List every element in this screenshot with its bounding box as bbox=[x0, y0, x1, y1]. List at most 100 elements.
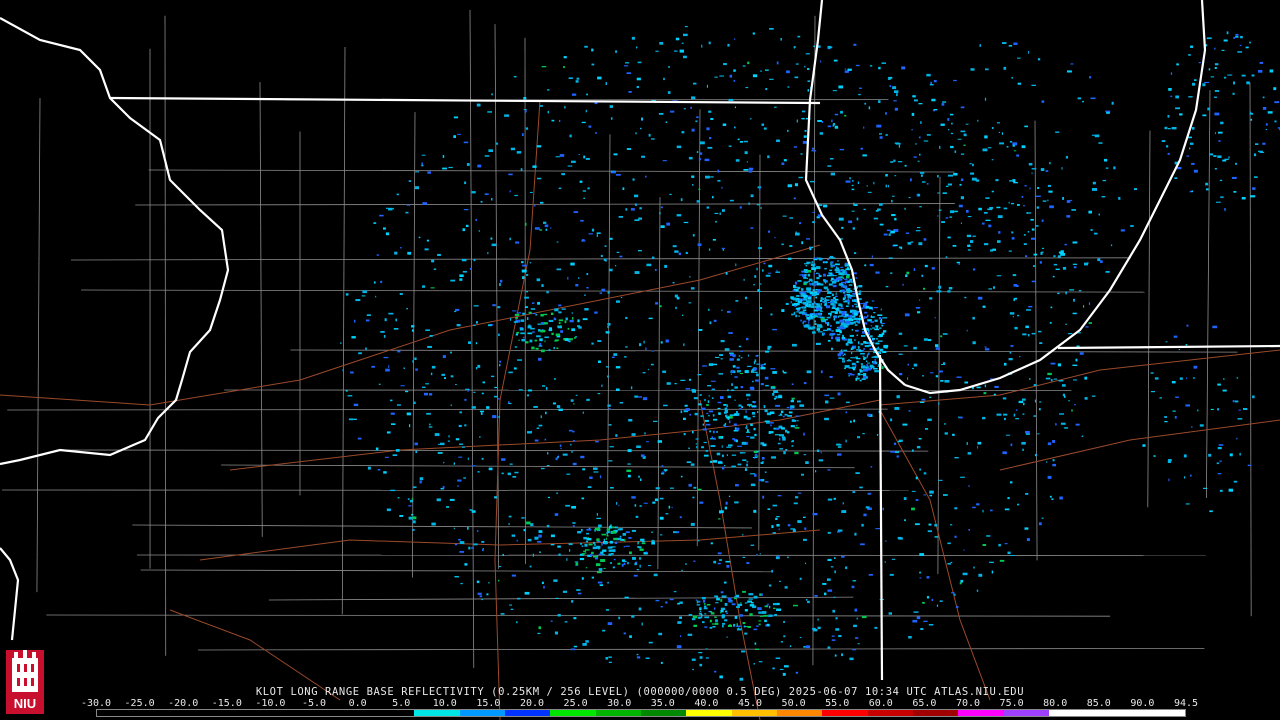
radar-echo bbox=[876, 124, 882, 128]
radar-echo bbox=[1031, 280, 1036, 283]
radar-echo bbox=[1208, 68, 1211, 71]
radar-echo bbox=[765, 69, 769, 71]
radar-echo bbox=[405, 211, 409, 214]
radar-echo bbox=[813, 257, 818, 259]
radar-echo bbox=[774, 434, 780, 436]
scale-label: 94.5 bbox=[1173, 698, 1199, 709]
radar-echo bbox=[412, 520, 416, 524]
radar-echo bbox=[1246, 81, 1250, 85]
radar-echo bbox=[789, 407, 793, 410]
radar-echo bbox=[725, 272, 728, 275]
radar-echo bbox=[1219, 179, 1223, 182]
radar-echo bbox=[920, 121, 922, 124]
radar-echo bbox=[922, 375, 924, 377]
radar-echo bbox=[845, 313, 849, 316]
radar-echo bbox=[437, 253, 441, 256]
radar-echo bbox=[926, 576, 930, 579]
radar-echo bbox=[963, 144, 966, 146]
radar-echo bbox=[446, 506, 449, 508]
county-line bbox=[71, 257, 1131, 261]
radar-echo bbox=[707, 400, 710, 403]
radar-echo bbox=[752, 380, 754, 383]
radar-echo bbox=[859, 486, 863, 489]
radar-echo bbox=[1168, 459, 1172, 462]
radar-echo bbox=[891, 199, 893, 203]
radar-echo bbox=[429, 393, 433, 396]
radar-echo bbox=[904, 313, 910, 317]
radar-echo bbox=[906, 271, 910, 275]
radar-echo bbox=[1081, 435, 1084, 437]
radar-echo bbox=[803, 538, 807, 541]
radar-echo bbox=[847, 68, 852, 71]
radar-echo bbox=[1040, 252, 1043, 255]
radar-echo bbox=[895, 142, 901, 145]
scale-label: -25.0 bbox=[124, 698, 155, 709]
radar-echo bbox=[660, 341, 663, 344]
radar-echo bbox=[1073, 266, 1077, 269]
radar-echo bbox=[838, 635, 842, 638]
radar-echo bbox=[1047, 199, 1049, 202]
radar-echo bbox=[630, 208, 635, 211]
radar-echo bbox=[740, 350, 743, 352]
radar-echo bbox=[917, 227, 921, 229]
radar-echo bbox=[858, 93, 861, 96]
radar-echo bbox=[618, 216, 623, 218]
scale-label: 40.0 bbox=[694, 698, 719, 709]
radar-echo bbox=[835, 292, 837, 296]
radar-echo bbox=[810, 318, 814, 320]
radar-echo bbox=[659, 305, 662, 308]
radar-echo bbox=[836, 531, 841, 533]
radar-echo bbox=[577, 592, 582, 595]
radar-echo bbox=[730, 389, 735, 391]
radar-echo bbox=[1026, 309, 1031, 311]
radar-echo bbox=[492, 415, 497, 419]
radar-echo bbox=[902, 283, 904, 286]
radar-echo bbox=[1173, 335, 1178, 338]
radar-echo bbox=[720, 612, 722, 614]
radar-echo bbox=[586, 398, 590, 401]
radar-echo bbox=[517, 359, 522, 361]
radar-echo bbox=[827, 165, 832, 167]
radar-echo bbox=[641, 155, 645, 158]
radar-echo bbox=[754, 371, 758, 373]
radar-echo bbox=[827, 45, 831, 49]
radar-echo bbox=[827, 302, 833, 303]
radar-echo bbox=[746, 461, 749, 463]
radar-echo bbox=[710, 176, 714, 178]
radar-echo bbox=[823, 273, 826, 277]
radar-echo bbox=[846, 305, 849, 307]
radar-echo bbox=[596, 571, 602, 574]
radar-echo bbox=[849, 296, 852, 300]
radar-echo bbox=[896, 395, 900, 399]
radar-echo bbox=[875, 342, 880, 345]
radar-echo bbox=[688, 614, 693, 616]
radar-echo bbox=[811, 150, 817, 152]
radar-echo bbox=[565, 504, 571, 507]
radar-echo bbox=[754, 455, 759, 457]
radar-echo bbox=[1153, 455, 1156, 457]
radar-echo bbox=[572, 430, 575, 433]
radar-echo bbox=[960, 106, 965, 109]
radar-echo bbox=[865, 506, 870, 509]
radar-echo bbox=[464, 563, 468, 566]
radar-echo bbox=[982, 544, 987, 546]
radar-echo bbox=[966, 210, 969, 213]
radar-echo bbox=[898, 353, 903, 355]
radar-echo bbox=[520, 332, 525, 335]
radar-echo bbox=[922, 181, 926, 183]
radar-echo bbox=[869, 328, 873, 330]
radar-echo bbox=[386, 508, 391, 512]
radar-echo bbox=[571, 506, 576, 509]
radar-echo bbox=[522, 133, 524, 137]
radar-echo bbox=[962, 572, 968, 576]
radar-echo bbox=[442, 167, 447, 170]
radar-echo bbox=[738, 404, 742, 407]
radar-echo bbox=[799, 222, 802, 225]
radar-echo bbox=[607, 326, 609, 328]
radar-echo bbox=[779, 434, 784, 437]
radar-echo bbox=[892, 195, 895, 197]
radar-echo bbox=[697, 488, 702, 491]
radar-echo bbox=[768, 584, 772, 587]
radar-echo bbox=[1027, 231, 1030, 233]
radar-echo bbox=[499, 363, 501, 367]
